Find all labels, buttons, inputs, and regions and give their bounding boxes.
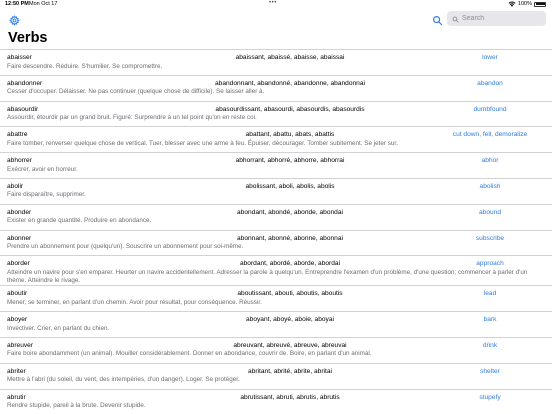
verb-definition: Faire tomber, renverser quelque chose de… [7,139,398,147]
verb-translation: bark [483,316,497,324]
verb-row[interactable]: abasourdir abasourdissant, abasourdi, aba… [0,102,552,128]
verb-row[interactable]: abreuver abreuvant, abreuvé, abreuve, abr… [0,338,552,364]
verb-row[interactable]: abandonner abandonnant, abandonné, abando… [0,76,552,102]
verb-row[interactable]: abrutir abrutissant, abruti, abrutis, abr… [0,390,552,414]
verb-row[interactable]: abonner abonnant, abonné, abonne, abonnai… [0,231,552,257]
verb-row[interactable]: abriter abritant, abrité, abrite, abritai… [0,364,552,390]
verb-translation: abhor [481,157,499,165]
verb-definition: Exister en grande quantité. Produire en … [7,217,152,225]
status-right: 100% [508,1,546,7]
page-title: Verbs [8,30,48,46]
verb-row[interactable]: abattre abattant, abattu, abats, abattis c… [0,127,552,154]
status-date: Mon Oct 17 [29,1,58,7]
verb-list: abaisser abaissant, abaissé, abaisse, aba… [0,49,552,414]
verb-definition: Invectiver. Crier, en parlant du chien. [7,324,110,332]
verb-translation: approach [476,260,504,268]
verb-definition: Faire descendre. Réduire. S'humilier. Se… [7,62,163,70]
verb-definition: Cesser d'occuper. Délaisser. Ne pas cont… [7,88,265,96]
verb-definition: Mettre à l'abri (du soleil, du vent, des… [7,376,240,384]
verb-translation: dumbfound [473,105,507,113]
battery-percent: 100% [517,1,532,7]
verb-row[interactable]: aboyer aboyant, aboyé, aboie, aboyai bark I… [0,312,552,338]
search-input[interactable] [462,15,542,22]
verb-definition: Atteindre un navire pour s'en emparer. H… [7,268,528,284]
verb-definition: Exécrer, avoir en horreur. [7,165,78,173]
search-icon[interactable] [432,13,443,26]
verb-definition: Faire disparaître, supprimer. [7,191,86,199]
verb-row[interactable]: abhorrer abhorrant, abhorré, abhorre, abh… [0,153,552,179]
multitasking-dots-icon[interactable]: ••• [269,0,277,6]
verb-translation: drink [482,341,498,349]
gear-icon[interactable] [9,13,20,26]
verb-translation: lower [482,54,498,61]
verb-row[interactable]: aboutir aboutissant, abouti, aboutis, abo… [0,286,552,313]
verb-row[interactable]: abaisser abaissant, abaissé, abaisse, aba… [0,50,552,76]
magnifier-icon [452,10,459,28]
verb-translation: abolish [479,182,501,190]
verb-row[interactable]: abonder abondant, abondé, abonde, abondai… [0,205,552,231]
wifi-icon [508,1,516,7]
verb-definition: Prendre un abonnement pour (quelqu'un). … [7,243,244,251]
verb-row[interactable]: aborder abordant, abordé, aborde, abordai… [0,256,552,287]
verb-definition: Mener, se terminer, en parlant d'un chem… [7,298,262,306]
verb-row[interactable]: abolir abolissant, aboli, abolis, abolis a… [0,179,552,205]
search-field[interactable] [447,11,546,26]
verb-translation: shelter [480,367,500,375]
verb-definition: Faire boire abondamment (un animal). Mou… [7,350,372,358]
verb-translation: cut down, fell, demoralize [452,131,528,139]
verb-definition: Rendre stupide, pareil à la brute. Deven… [7,402,146,410]
verb-translation: abandon [477,79,503,87]
verb-definition: Assourdir, étourdir par un grand bruit. … [7,114,257,122]
battery-icon [534,1,546,7]
verb-translation: lead [483,290,497,298]
status-bar: 12:50 PM Mon Oct 17 ••• 100% [0,0,552,9]
status-time: 12:50 PM [5,1,29,7]
verb-translation: abound [478,208,501,216]
verb-translation: subscribe [475,234,505,242]
verb-translation: stupefy [479,393,501,401]
